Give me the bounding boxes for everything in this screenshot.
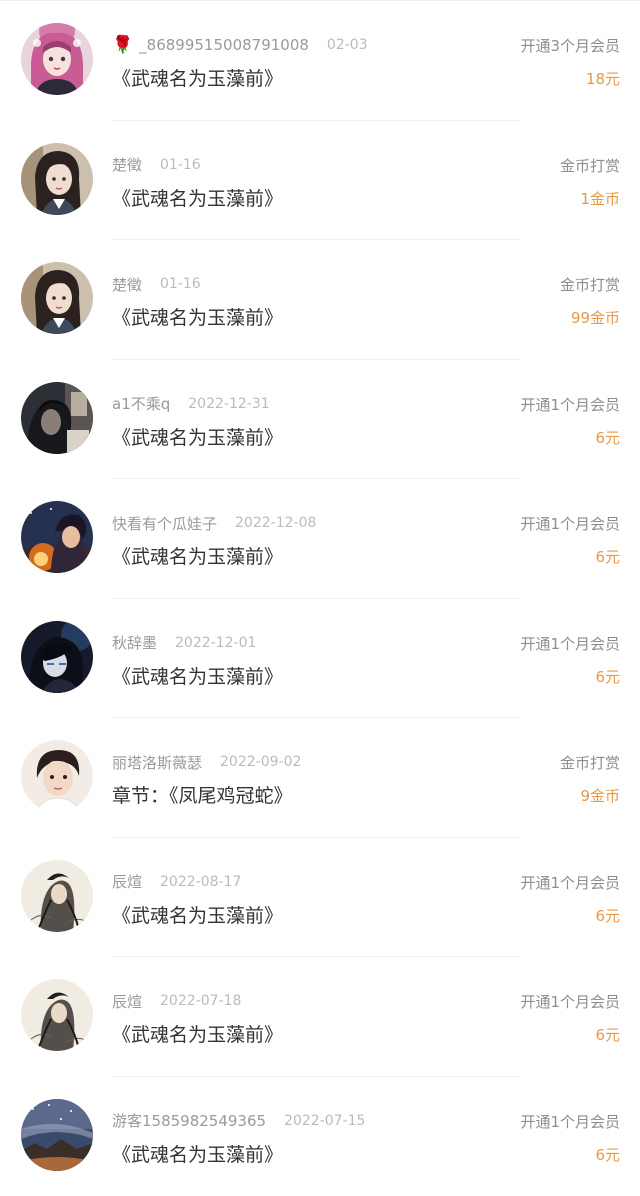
record-row[interactable]: 游客1585982549365 2022-07-15《武魂名为玉藻前》 开通1个月会… (0, 1077, 640, 1196)
record-row[interactable]: 楚徵 01-16 《武魂名为玉藻前》 金币打赏 1金币 (0, 121, 640, 241)
user-name[interactable]: 辰煊 (112, 991, 142, 1012)
record-date: 2022-08-17 (160, 874, 241, 890)
user-name[interactable]: 快看有个瓜娃子 (112, 513, 217, 534)
record-date: 2022-12-31 (188, 396, 269, 412)
record-amount: 99金币 (571, 307, 620, 328)
user-avatar[interactable] (21, 979, 93, 1051)
record-meta: 🌹 _86899515008791008 02-03 (112, 34, 368, 56)
user-avatar[interactable] (21, 621, 93, 693)
record-meta: 辰煊 2022-07-18 (112, 990, 241, 1012)
record-date: 2022-07-18 (160, 993, 241, 1009)
record-row[interactable]: 辰煊 2022-07-18 《武魂名为玉藻前》 开通1个月会员 6元 (0, 957, 640, 1077)
record-amount: 18元 (586, 68, 620, 89)
record-type: 金币打赏 (560, 752, 620, 773)
record-date: 01-16 (160, 157, 201, 173)
record-type: 开通1个月会员 (520, 991, 620, 1012)
record-date: 2022-09-02 (220, 754, 301, 770)
record-row[interactable]: 🌹 _86899515008791008 02-03 《武魂名为玉藻前》 开通3个月会员… (0, 1, 640, 121)
record-date: 01-16 (160, 276, 201, 292)
record-amount: 1金币 (580, 188, 620, 209)
record-amount: 6元 (595, 666, 620, 687)
record-title: 《武魂名为玉藻前》 (112, 303, 283, 330)
record-date: 2022-07-15 (284, 1113, 365, 1129)
rose-icon: 🌹 (112, 35, 133, 55)
user-avatar[interactable] (21, 262, 93, 334)
record-type: 金币打赏 (560, 274, 620, 295)
record-meta: 丽塔洛斯薇瑟 2022-09-02 (112, 751, 301, 773)
user-name[interactable]: 丽塔洛斯薇瑟 (112, 752, 202, 773)
user-avatar[interactable] (21, 143, 93, 215)
record-title: 《武魂名为玉藻前》 (112, 901, 283, 928)
record-title: 《武魂名为玉藻前》 (112, 184, 283, 211)
record-type: 开通3个月会员 (520, 35, 620, 56)
record-meta: a1不乘q 2022-12-31 (112, 393, 270, 415)
supporter-record-list: 🌹 _86899515008791008 02-03 《武魂名为玉藻前》 开通3个月会员… (0, 0, 640, 1187)
user-avatar[interactable] (21, 501, 93, 573)
record-title: 《武魂名为玉藻前》 (112, 542, 283, 569)
record-meta: 游客1585982549365 2022-07-15 (112, 1110, 365, 1132)
record-amount: 6元 (595, 427, 620, 448)
record-title: 《武魂名为玉藻前》 (112, 64, 283, 91)
record-title: 《武魂名为玉藻前》 (112, 1020, 283, 1047)
record-title: 《武魂名为玉藻前》 (112, 423, 283, 450)
record-amount: 6元 (595, 905, 620, 926)
record-date: 2022-12-01 (175, 635, 256, 651)
record-row[interactable]: 丽塔洛斯薇瑟 2022-09-02 章节：《凤尾鸡冠蛇》 金币打赏 9金币 (0, 718, 640, 838)
user-name[interactable]: 楚徵 (112, 154, 142, 175)
user-avatar[interactable] (21, 860, 93, 932)
record-type: 开通1个月会员 (520, 872, 620, 893)
record-title: 章节：《凤尾鸡冠蛇》 (112, 781, 293, 808)
user-avatar[interactable] (21, 382, 93, 454)
record-row[interactable]: a1不乘q 2022-12-31 《武魂名为玉藻前》 开通1个月会员 6元 (0, 360, 640, 480)
record-type: 开通1个月会员 (520, 513, 620, 534)
record-meta: 辰煊 2022-08-17 (112, 871, 241, 893)
user-avatar[interactable] (21, 740, 93, 812)
record-type: 开通1个月会员 (520, 1111, 620, 1132)
record-type: 开通1个月会员 (520, 394, 620, 415)
record-meta: 快看有个瓜娃子 2022-12-08 (112, 512, 316, 534)
record-row[interactable]: 辰煊 2022-08-17 《武魂名为玉藻前》 开通1个月会员 6元 (0, 838, 640, 958)
record-row[interactable]: 楚徵 01-16 《武魂名为玉藻前》 金币打赏 99金币 (0, 240, 640, 360)
record-meta: 秋辞墨 2022-12-01 (112, 632, 256, 654)
record-title: 《武魂名为玉藻前》 (112, 1140, 283, 1167)
user-name[interactable]: 秋辞墨 (112, 632, 157, 653)
user-name[interactable]: 楚徵 (112, 274, 142, 295)
record-date: 02-03 (327, 37, 368, 53)
record-amount: 9金币 (580, 785, 620, 806)
user-avatar[interactable] (21, 23, 93, 95)
record-amount: 6元 (595, 546, 620, 567)
record-meta: 楚徵 01-16 (112, 273, 201, 295)
record-amount: 6元 (595, 1024, 620, 1045)
record-type: 开通1个月会员 (520, 633, 620, 654)
record-amount: 6元 (595, 1144, 620, 1165)
record-title: 《武魂名为玉藻前》 (112, 662, 283, 689)
record-row[interactable]: 秋辞墨 2022-12-01 《武魂名为玉藻前》 开通1个月会员 6元 (0, 599, 640, 719)
user-avatar[interactable] (21, 1099, 93, 1171)
user-name[interactable]: a1不乘q (112, 393, 170, 414)
user-name[interactable]: _86899515008791008 (139, 36, 309, 54)
record-meta: 楚徵 01-16 (112, 154, 201, 176)
user-name[interactable]: 游客1585982549365 (112, 1110, 266, 1131)
record-date: 2022-12-08 (235, 515, 316, 531)
record-type: 金币打赏 (560, 155, 620, 176)
record-row[interactable]: 快看有个瓜娃子 2022-12-08 《武魂名为玉藻前》 开通1个月会员 6元 (0, 479, 640, 599)
user-name[interactable]: 辰煊 (112, 871, 142, 892)
